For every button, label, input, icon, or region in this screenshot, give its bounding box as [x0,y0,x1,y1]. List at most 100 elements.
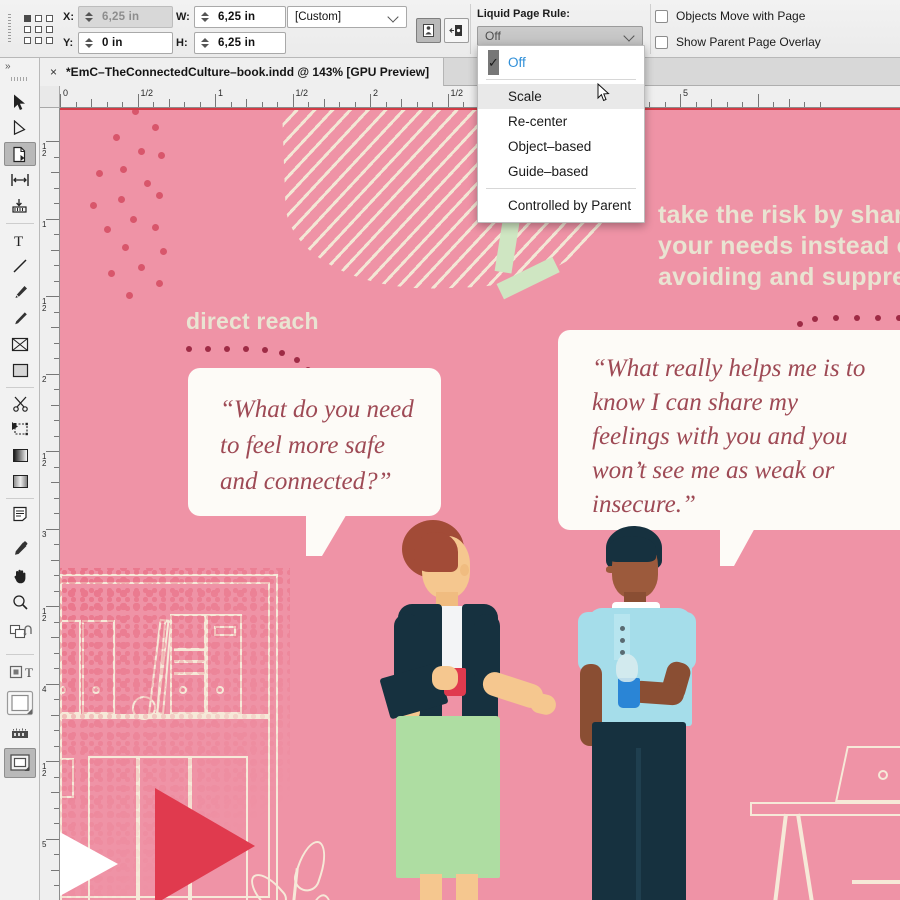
swap-fill-stroke[interactable] [20,620,38,644]
ruler-origin-corner[interactable] [40,86,60,108]
menu-item-guide-based[interactable]: Guide–based [478,159,644,184]
show-parent-page-overlay-row[interactable]: Show Parent Page Overlay [655,35,821,49]
menu-item-re-center[interactable]: Re-center [478,109,644,134]
gradient-feather-icon [12,474,28,488]
speech-bubble-right[interactable]: “What really helps me is to know I can s… [558,330,900,530]
ruler-minor-tick [54,730,59,731]
ruler-major-tick [46,373,59,375]
ruler-major-tick [46,606,59,607]
x-stepper[interactable] [81,7,96,27]
frame-tool[interactable] [4,332,36,356]
man-steam [616,654,638,682]
menu-item-off[interactable]: ✓ Off [478,50,644,75]
vertical-ruler[interactable]: 12 1 12 2 12 3 12 4 12 5 [40,108,60,900]
scissors-tool[interactable] [4,391,36,415]
menu-item-scale[interactable]: Scale [478,84,644,109]
chair-seat [852,880,900,884]
ruler-minor-tick [199,102,201,107]
h-field[interactable]: 6,25 in [194,32,286,54]
svg-text:T: T [14,234,23,249]
note-tool[interactable] [4,502,36,526]
ruler-label: 2 [373,88,379,98]
page-size-select[interactable]: [Custom] [287,6,407,28]
tools-panel-collapse-button[interactable]: » [0,58,39,74]
ruler-minor-tick [91,99,92,107]
ruler-minor-tick [54,389,59,390]
page-artwork[interactable]: take the risk by sharing your needs inst… [60,108,900,900]
w-field[interactable]: 6,25 in [194,6,286,28]
rectangle-tool[interactable] [4,358,36,382]
tools-panel-grip[interactable] [11,77,29,81]
control-bar-grip[interactable] [8,14,11,44]
show-parent-page-overlay-checkbox[interactable] [655,35,668,49]
gap-tool[interactable] [4,168,36,192]
ruler-major-tick [46,761,59,762]
ruler-minor-tick [51,327,59,328]
w-stepper[interactable] [197,7,212,27]
document-canvas[interactable]: take the risk by sharing your needs inst… [60,108,900,900]
quote-left-line-1: “What do you need [220,396,414,423]
ruler-minor-tick [54,265,59,266]
ruler-label: 4 [42,684,47,694]
h-stepper[interactable] [197,33,212,53]
ruler-minor-tick [54,497,59,499]
eyedropper-tool[interactable] [4,536,36,560]
direct-selection-tool[interactable] [4,116,36,140]
woman-hand-right [527,691,559,717]
man-hair-front [608,536,656,562]
screen-mode-button[interactable] [4,748,36,778]
ruler-minor-tick [184,102,185,107]
figure-man [572,526,772,900]
free-transform-tool[interactable] [4,417,36,441]
close-icon[interactable]: × [50,66,57,78]
objects-move-with-page-row[interactable]: Objects Move with Page [655,9,805,23]
hand-tool[interactable] [4,564,36,588]
man-trouser-gap [636,748,641,900]
line-tool[interactable] [4,254,36,278]
ruler-label: 1/2 [450,88,464,98]
x-field[interactable]: 6,25 in [78,6,173,28]
h-label: H: [176,37,188,49]
apply-color-button[interactable] [4,686,36,720]
reference-point-grid[interactable] [24,15,54,44]
menu-item-object-based[interactable]: Object–based [478,134,644,159]
liquid-page-rule-select[interactable]: Off [477,26,643,46]
ruler-minor-tick [51,559,59,561]
speech-bubble-left-tail [306,512,348,556]
selection-tool[interactable] [4,90,36,114]
ruler-minor-tick [54,358,59,359]
y-field[interactable]: 0 in [78,32,173,54]
formatting-affects-text[interactable]: T [22,660,38,684]
content-collector-tool[interactable] [4,194,36,218]
pencil-tool[interactable] [4,306,36,330]
page-transition-icon [449,25,462,36]
document-tab[interactable]: × *EmC–TheConnectedCulture–book.indd @ 1… [40,58,445,86]
headline-text: take the risk by sharing your needs inst… [658,200,900,293]
y-stepper[interactable] [81,33,96,53]
woman-ear [460,564,469,576]
speech-bubble-left[interactable]: “What do you need to feel more safe and … [188,368,441,516]
ruler-label: 1/2 [295,88,309,98]
liquid-page-rule-dropdown[interactable]: ✓ Off Scale Re-center Object–based Guide… [477,45,645,223]
check-icon: ✓ [488,50,499,75]
apply-gradient-button[interactable] [4,722,36,746]
type-tool[interactable]: T [4,228,36,252]
ruler-minor-tick [246,99,247,107]
gradient-feather-tool[interactable] [4,469,36,493]
page-transitions-button[interactable] [444,18,469,43]
rectangle-icon [12,363,28,377]
content-collector-icon [12,199,27,213]
menu-separator-top [486,79,636,80]
zoom-tool[interactable] [4,590,36,614]
page-tool[interactable] [4,142,36,166]
gradient-swatch-tool[interactable] [4,443,36,467]
page-size-value: [Custom] [295,11,342,23]
objects-move-with-page-checkbox[interactable] [655,9,668,23]
enable-layout-adjustment-button[interactable] [416,18,441,43]
menu-item-controlled-by-parent[interactable]: Controlled by Parent [478,193,644,218]
ruler-minor-tick [695,102,697,107]
woman-hand-left [432,666,458,690]
frame-x-icon [11,337,29,351]
desk-top [750,802,900,816]
pen-tool[interactable] [4,280,36,304]
